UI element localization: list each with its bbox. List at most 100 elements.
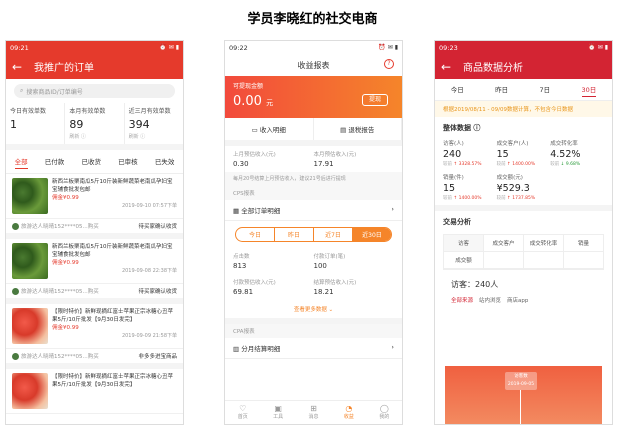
order-tabs: 全部 已付款 已收货 已审核 已失效 — [6, 150, 183, 174]
help-icon[interactable]: ? — [384, 59, 394, 69]
monthly-settlement-link[interactable]: ▥ 分月结算明细 › — [225, 338, 402, 359]
metric-tab-sales[interactable]: 销量 — [564, 235, 603, 252]
withdraw-button[interactable]: 提现 — [362, 94, 388, 106]
stat-3months: 近三月有效单数 394 刷新 ⓘ — [125, 103, 183, 144]
range-30d[interactable]: 近30日 — [353, 228, 391, 241]
withdraw-label: 可提现金额 — [233, 83, 264, 90]
paid-est-label: 付款预估收入(元) — [233, 280, 276, 286]
order-status: 待买家确认收货 — [138, 289, 177, 295]
metric-visitors: 访客(人) 240 较前 ↑ 3328.57% — [443, 137, 497, 171]
paid-label: 付款订单(笔) — [313, 254, 346, 260]
tooltip-date: 2019-09-05 — [507, 382, 535, 387]
tab-7d[interactable]: 7日 — [539, 84, 550, 97]
range-yesterday[interactable]: 昨日 — [275, 228, 314, 241]
order-time: 2019-09-09 21:58下单 — [121, 333, 177, 339]
tab-reviewed[interactable]: 已审核 — [118, 156, 138, 169]
metric-label: 销量(件) — [443, 175, 464, 181]
tab-paid[interactable]: 已付款 — [45, 156, 65, 169]
period-tabs: 今日 昨日 7日 30日 — [435, 79, 612, 101]
range-note: 根据2019/08/11 - 09/09数据计算，不包含今日数据 — [435, 101, 612, 117]
nav-bar: ← 商品数据分析 — [435, 54, 612, 79]
product-image — [12, 373, 48, 409]
product-title: 新西兰板栗南瓜5斤10斤装新鲜蔬菜老南瓜孕妇宝宝辅食批发包邮 — [52, 179, 173, 193]
tab-all[interactable]: 全部 — [14, 156, 28, 169]
range-7d[interactable]: 近7日 — [314, 228, 353, 241]
metric-value: 15 — [443, 183, 456, 194]
visitors-chart[interactable]: 访客数 2019-09-05 — [445, 366, 602, 424]
delta-label: 较前 — [443, 162, 452, 167]
stat-label: 今日有效单数 — [10, 108, 47, 115]
metric-conversion: 成交转化率 4.52% 较前 ↓ 9.68% — [550, 137, 604, 171]
stat-label: 近三月有效单数 — [128, 108, 171, 115]
source-app[interactable]: 商店app — [507, 296, 528, 304]
tab-30d[interactable]: 30日 — [581, 84, 597, 97]
list-item[interactable]: 【限时特价】新鲜现摘红富士苹果正宗冰糖心丑苹果5斤/10斤批发【9月30日发完】 — [6, 369, 183, 414]
nav-messages[interactable]: ⊞ 消息 — [296, 401, 331, 424]
cps-metrics-2: 付款预估收入(元) 69.81 结算预估收入(元) 18.21 — [225, 274, 402, 300]
tab-today[interactable]: 今日 — [451, 84, 464, 97]
nav-tools[interactable]: ▣ 工具 — [260, 401, 295, 424]
trade-heading: 交易分析 — [443, 218, 471, 226]
nav-mine[interactable]: ◯ 我的 — [367, 401, 402, 424]
metric-tab-conversion[interactable]: 成交转化率 — [524, 235, 564, 252]
source-all[interactable]: 全部来源 — [451, 296, 473, 304]
metric-value: 15 — [496, 149, 509, 160]
wallet-icon: ▭ — [251, 126, 260, 134]
status-time: 09:22 — [229, 43, 248, 52]
page-title: 学员李晓红的社交电商 — [247, 12, 378, 27]
order-stats: 今日有效单数 1 本月有效单数 89 刷新 ⓘ 近三月有效单数 394 刷新 ⓘ — [6, 103, 183, 150]
order-time: 2019-09-08 22:38下单 — [121, 268, 177, 274]
list-item[interactable]: 新西兰板栗南瓜5斤10斤装新鲜蔬菜老南瓜孕妇宝宝辅食批发包邮 佣金¥0.99 2… — [6, 239, 183, 284]
metric-tab-revenue[interactable]: 成交额 — [444, 252, 484, 269]
withdraw-unit: 元 — [266, 99, 274, 107]
buyer-row: 旅游达人晓晴152****05...购买 非多多进宝商品 — [6, 349, 183, 369]
back-arrow-icon[interactable]: ← — [12, 60, 34, 74]
product-image — [12, 308, 48, 344]
range-today[interactable]: 今日 — [236, 228, 275, 241]
delta-label: 较前 — [550, 162, 560, 167]
product-title: 新西兰板栗南瓜5斤10斤装新鲜蔬菜老南瓜孕妇宝宝辅食批发包邮 — [52, 244, 173, 258]
tab-received[interactable]: 已收货 — [81, 156, 101, 169]
refund-report-button[interactable]: ▤ 退税报告 — [314, 118, 402, 140]
paid-value: 100 — [313, 262, 327, 270]
nav-label: 首页 — [237, 414, 248, 420]
view-more-link[interactable]: 查看更多数据 ⌄ — [225, 300, 402, 324]
nav-home[interactable]: ♡ 首页 — [225, 401, 260, 424]
status-icons: ⏰ ✉ ▮ — [159, 44, 179, 51]
status-time: 09:23 — [439, 43, 458, 52]
metric-customers: 成交客户(人) 15 较前 ↑ 1400.00% — [497, 137, 551, 171]
income-detail-button[interactable]: ▭ 收入明细 — [225, 118, 314, 140]
cps-section: CPS报表 — [225, 186, 402, 200]
nav-title: 我推广的订单 — [34, 63, 94, 74]
monthly-estimates: 上月预估收入(元) 0.30 本月预估收入(元) 17.91 — [225, 146, 402, 172]
tab-invalid[interactable]: 已失效 — [155, 156, 175, 169]
back-arrow-icon[interactable]: ← — [441, 60, 463, 74]
source-onsite[interactable]: 站内浏览 — [479, 296, 501, 304]
metric-value: ¥529.3 — [496, 183, 530, 194]
calendar-icon: ▥ — [233, 345, 242, 353]
order-status: 非多多进宝商品 — [138, 354, 177, 360]
source-filter: 全部来源 站内浏览 商店app — [435, 296, 612, 304]
metric-label: 成交额(元) — [496, 175, 523, 181]
list-item[interactable]: 【限时特价】新鲜现摘红富士苹果正宗冰糖心丑苹果5斤/10斤批发【9月30日发完】… — [6, 304, 183, 349]
refresh-link[interactable]: 刷新 ⓘ — [69, 133, 119, 140]
avatar — [12, 288, 19, 295]
product-title: 【限时特价】新鲜现摘红富士苹果正宗冰糖心丑苹果5斤/10斤批发【9月30日发完】 — [52, 309, 174, 323]
search-input[interactable]: ⌕ 搜索商品ID/订单编号 — [14, 84, 175, 98]
tooltip-label: 访客数 — [514, 374, 528, 379]
status-bar: 09:21 ⏰ ✉ ▮ — [6, 41, 183, 54]
metric-tab-customers[interactable]: 成交客户 — [484, 235, 524, 252]
tools-icon: ▣ — [274, 404, 282, 413]
refresh-link[interactable]: 刷新 ⓘ — [129, 133, 179, 140]
withdraw-amount: 0.00 — [233, 94, 262, 109]
list-item[interactable]: 新西兰板栗南瓜5斤10斤装新鲜蔬菜老南瓜孕妇宝宝辅食批发包邮 佣金¥0.99 2… — [6, 174, 183, 219]
nav-bar: 收益报表 ? — [225, 54, 402, 76]
tab-yesterday[interactable]: 昨日 — [495, 84, 508, 97]
all-orders-link[interactable]: ▦ 全部订单明细 › — [225, 200, 402, 221]
metric-tab-visitors[interactable]: 访客 — [444, 235, 484, 252]
visitors-total: 访客：240人 — [451, 280, 499, 289]
product-image — [12, 243, 48, 279]
nav-earnings[interactable]: ◔ 收益 — [331, 401, 366, 424]
withdraw-banner: 可提现金额 0.00 元 提现 — [225, 76, 402, 118]
nav-label: 消息 — [308, 414, 319, 420]
